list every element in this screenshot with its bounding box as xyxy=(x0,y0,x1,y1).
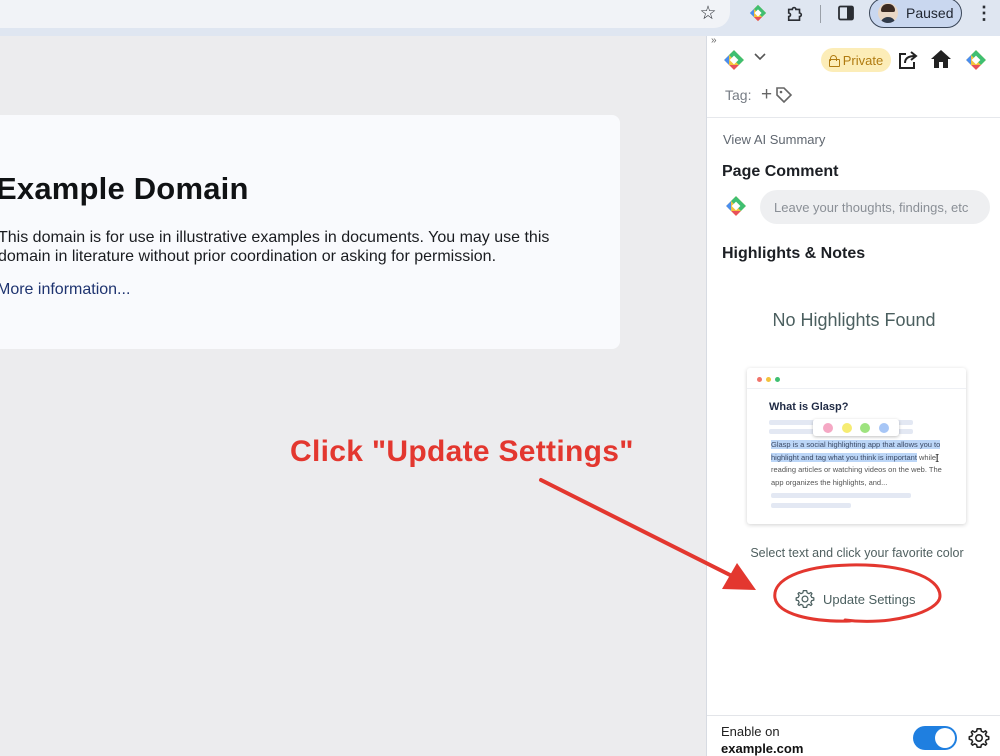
more-vert-icon[interactable]: ⋮ xyxy=(975,0,993,26)
illustration-title: What is Glasp? xyxy=(769,401,849,413)
panel-footer: Enable on example.com xyxy=(707,715,1000,756)
yellow-swatch xyxy=(841,422,852,433)
placeholder-bar xyxy=(771,503,851,508)
enable-toggle[interactable] xyxy=(913,726,957,750)
page-comment-title: Page Comment xyxy=(722,163,839,180)
no-highlights-message: No Highlights Found xyxy=(772,310,936,330)
profile-button[interactable]: Paused xyxy=(869,0,962,28)
content-card: Example Domain This domain is for use in… xyxy=(0,115,620,349)
text-cursor-icon: I xyxy=(935,452,940,465)
screen: ☆ Paused ⋮ Example Domain This domain is… xyxy=(0,0,1000,756)
home-icon[interactable] xyxy=(930,48,952,70)
highlights-notes-title: Highlights & Notes xyxy=(722,245,866,262)
chevron-down-icon[interactable] xyxy=(753,52,767,62)
gear-icon xyxy=(795,590,815,608)
glasp-usage-illustration: What is Glasp? Glasp is a social highlig… xyxy=(747,368,966,524)
puzzle-icon[interactable] xyxy=(783,0,807,26)
window-dots xyxy=(757,377,780,382)
tutorial-annotation-text: Click "Update Settings" xyxy=(290,435,634,468)
toolbar-divider xyxy=(820,5,821,23)
pink-swatch xyxy=(823,422,834,433)
glasp-home-logo-icon[interactable] xyxy=(965,49,987,71)
tag-icon[interactable] xyxy=(775,86,793,104)
profile-status-label: Paused xyxy=(906,5,954,21)
more-information-link[interactable]: More information... xyxy=(0,281,130,299)
side-panel-icon[interactable] xyxy=(834,0,858,26)
panel-divider xyxy=(707,117,1000,118)
enable-on-label: Enable on xyxy=(721,724,780,739)
private-label: Private xyxy=(842,52,884,68)
lock-icon xyxy=(828,55,840,67)
glasp-side-panel: » Private Tag: + View AI Summary Page Co… xyxy=(706,35,1000,756)
share-icon[interactable] xyxy=(897,49,919,71)
browser-toolbar: ☆ Paused ⋮ xyxy=(0,0,1000,36)
green-swatch xyxy=(860,422,871,433)
placeholder-bar xyxy=(771,493,911,498)
settings-gear-icon[interactable] xyxy=(968,727,990,749)
add-tag-button[interactable]: + xyxy=(761,84,772,106)
highlighted-text: Glasp is a social highlighting app that … xyxy=(771,440,941,462)
tag-label: Tag: xyxy=(725,87,752,103)
illustration-paragraph: Glasp is a social highlighting app that … xyxy=(771,439,943,489)
address-bar[interactable] xyxy=(0,0,730,28)
select-text-hint: Select text and click your favorite colo… xyxy=(750,546,964,560)
user-glasp-avatar-icon xyxy=(726,196,746,216)
glasp-extension-icon[interactable] xyxy=(746,0,770,26)
toggle-knob xyxy=(935,728,955,748)
color-picker xyxy=(813,419,899,436)
star-icon[interactable]: ☆ xyxy=(696,0,720,26)
page-heading: Example Domain xyxy=(0,171,249,206)
page-body-text: This domain is for use in illustrative e… xyxy=(0,229,550,265)
update-settings-button[interactable]: Update Settings xyxy=(785,586,935,612)
update-settings-label: Update Settings xyxy=(823,591,916,607)
avatar xyxy=(878,3,898,23)
page-comment-input[interactable] xyxy=(760,190,990,224)
enable-domain-label: example.com xyxy=(721,741,804,756)
collapse-panel-icon[interactable]: » xyxy=(711,35,717,46)
glasp-logo-icon[interactable] xyxy=(723,49,745,71)
page-content: Example Domain This domain is for use in… xyxy=(0,36,706,756)
blue-swatch xyxy=(878,422,889,433)
private-badge[interactable]: Private xyxy=(821,48,891,72)
view-ai-summary-link[interactable]: View AI Summary xyxy=(723,132,825,147)
